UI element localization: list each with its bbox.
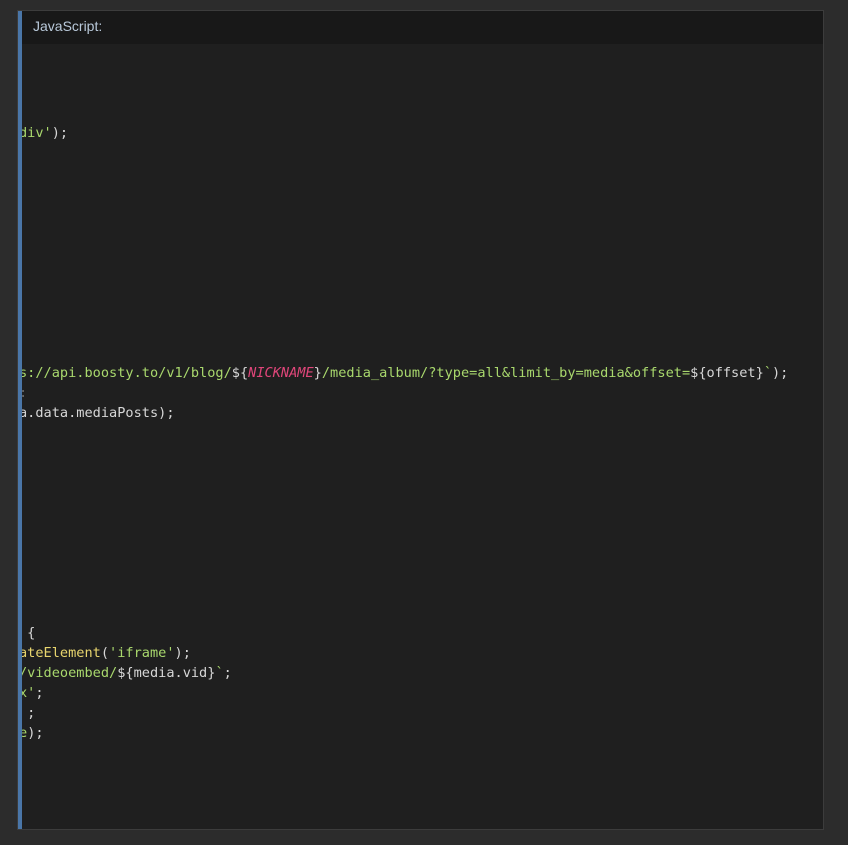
code-block: JavaScript: div'); s://api.boosty.to/v1/… — [17, 10, 824, 830]
code-line: : — [22, 383, 27, 403]
code-token: s://api.boosty.to/v1/blog/ — [22, 365, 232, 381]
code-line: /videoembed/${media.vid}`; — [22, 663, 232, 683]
code-token: ; — [223, 665, 232, 681]
code-token: { — [27, 625, 36, 641]
code-token: ; — [27, 705, 36, 721]
code-token: x' — [22, 685, 36, 701]
language-label: JavaScript: — [33, 18, 103, 34]
code-area[interactable]: div'); s://api.boosty.to/v1/blog/${NICKN… — [22, 44, 823, 829]
code-token: ); — [51, 125, 69, 141]
code-token: ; — [35, 685, 44, 701]
code-token: ); — [27, 725, 44, 741]
code-token: NICKNAME — [248, 365, 314, 381]
code-token: ( — [100, 645, 110, 661]
code-line: ateElement('iframe'); — [22, 643, 191, 663]
code-line: div'); — [22, 123, 68, 143]
code-token: /videoembed/ — [22, 665, 118, 681]
code-token: ` — [215, 665, 224, 681]
code-token: ${ — [231, 365, 249, 381]
code-line: x'; — [22, 683, 44, 703]
code-line: e); — [22, 723, 44, 743]
code-token: /media_album/?type=all&limit_by=media&of… — [321, 365, 691, 381]
code-token: ); — [174, 645, 191, 661]
code-line: ; — [22, 703, 35, 723]
code-token: a.data.mediaPosts); — [22, 405, 175, 421]
code-token: ` — [763, 365, 772, 381]
code-line: { — [22, 623, 35, 643]
code-token: ateElement — [22, 645, 101, 661]
code-token: div' — [22, 125, 52, 141]
code-line: a.data.mediaPosts); — [22, 403, 175, 423]
code-token: : — [22, 385, 27, 401]
code-line: s://api.boosty.to/v1/blog/${NICKNAME}/me… — [22, 363, 788, 383]
code-token: ); — [772, 365, 789, 381]
code-token: 'iframe' — [109, 645, 175, 661]
code-token: } — [313, 365, 322, 381]
code-token: ${offset} — [690, 365, 764, 381]
code-block-header: JavaScript: — [22, 11, 823, 44]
code-token: ${media.vid} — [117, 665, 216, 681]
